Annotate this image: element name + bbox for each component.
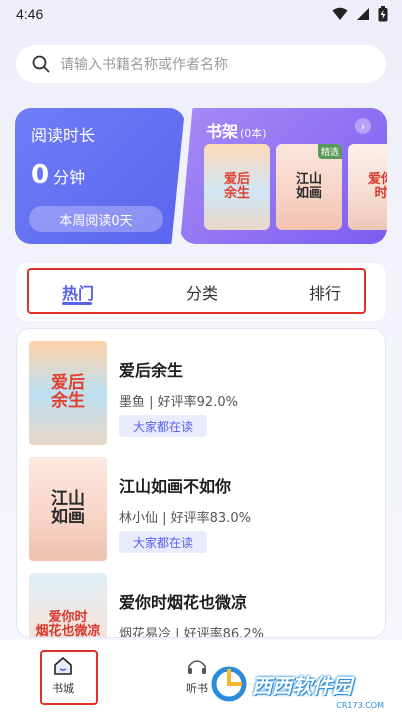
reading-unit: 分钟 [53, 168, 86, 187]
watermark-logo-icon [211, 666, 247, 702]
watermark-text: 西西软件园 [252, 673, 352, 698]
reading-time-title: 阅读时长 [31, 126, 96, 145]
watermark-domain: CR173.COM [336, 701, 384, 710]
status-time: 4:46 [16, 6, 44, 22]
nav-bookstore[interactable]: 书城 [52, 656, 74, 696]
book-cover: 爱后 余生 [29, 341, 107, 445]
book-meta: 林小仙 | 好评率83.0% [119, 511, 251, 526]
shelf-cover-title: 江山 如画 [295, 171, 322, 201]
book-cover: 江山 如画 [29, 457, 107, 561]
list-item[interactable]: 爱后 余生 爱后余生 墨鱼 | 好评率92.0% 大家都在读 [29, 341, 369, 445]
watermark: 西西软件园 CR173.COM [210, 658, 390, 710]
book-title: 爱你时烟花也微凉 [119, 593, 248, 612]
reading-minutes: 0 [31, 160, 50, 190]
bookshelf-count: (0本) [240, 127, 267, 140]
nav-label: 书城 [52, 682, 74, 695]
featured-badge: 精选 [390, 144, 402, 159]
weekly-reading-button[interactable]: 本周阅读0天 [29, 206, 163, 232]
signal-icon [357, 8, 369, 20]
search-placeholder: 请输入书籍名称或作者名称 [60, 57, 228, 73]
cover-title: 江山 如画 [51, 489, 85, 527]
headphones-icon [188, 660, 206, 674]
tab-ranking[interactable]: 排行 [309, 280, 341, 304]
battery-icon [378, 6, 388, 22]
featured-badge: 精选 [317, 144, 342, 159]
nav-label: 听书 [186, 682, 208, 695]
book-cover: 爱你时 烟花也微凉 [29, 573, 107, 638]
tab-hot[interactable]: 热门 [62, 280, 94, 304]
shelf-cover-title: 爱后 余生 [223, 171, 250, 201]
bookshelf-header: 书架 (0本) [206, 118, 267, 142]
list-item[interactable]: 爱你时 烟花也微凉 爱你时烟花也微凉 烟花易冷 | 好评率86.2% [29, 573, 369, 638]
book-title: 江山如画不如你 [119, 477, 232, 496]
book-meta: 墨鱼 | 好评率92.0% [119, 395, 238, 410]
reading-time-card[interactable]: 阅读时长 0 分钟 本周阅读0天 [15, 108, 185, 244]
book-meta: 烟花易冷 | 好评率86.2% [119, 627, 264, 638]
tab-category[interactable]: 分类 [186, 280, 218, 304]
reading-time-value: 0 分钟 [31, 160, 169, 190]
chevron-right-icon[interactable]: › [355, 118, 371, 134]
wifi-icon [332, 7, 348, 20]
list-item[interactable]: 江山 如画 江山如画不如你 林小仙 | 好评率83.0% 大家都在读 [29, 457, 369, 561]
search-icon [32, 55, 50, 73]
status-bar: 4:46 [0, 0, 402, 28]
search-input[interactable]: 请输入书籍名称或作者名称 [16, 45, 386, 83]
cover-title: 爱你时 烟花也微凉 [35, 610, 101, 638]
cover-title: 爱后 余生 [51, 373, 85, 411]
bookshelf-covers: 爱后余生 精选 江山如画 精选 爱你时 [204, 144, 402, 230]
status-icons [332, 6, 388, 22]
home-icon [54, 657, 72, 675]
bookshelf-title: 书架 [206, 122, 239, 141]
bookshelf-card[interactable]: 书架 (0本) › 爱后余生 精选 江山如画 精选 爱你时 [180, 108, 387, 244]
shelf-book-cover[interactable]: 爱后 余生 [204, 144, 270, 230]
book-list: 爱后 余生 爱后余生 墨鱼 | 好评率92.0% 大家都在读 江山 如画 江山如画不… [16, 328, 386, 638]
tab-active-indicator [62, 302, 92, 305]
book-tag: 大家都在读 [119, 531, 208, 553]
shelf-book-cover[interactable]: 精选 爱你时 [348, 144, 402, 230]
shelf-cover-title: 爱你时 [367, 171, 394, 201]
book-title: 爱后余生 [119, 361, 184, 380]
book-tag: 大家都在读 [119, 415, 208, 437]
nav-audiobook[interactable]: 听书 [186, 656, 208, 696]
shelf-book-cover[interactable]: 精选 江山 如画 [276, 144, 342, 230]
